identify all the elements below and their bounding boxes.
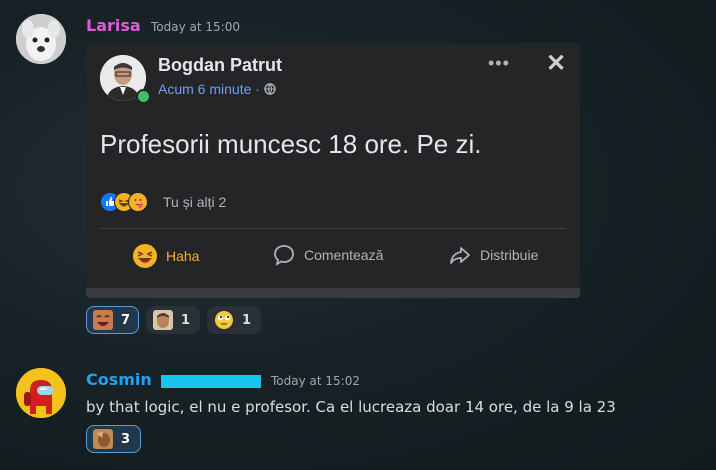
reaction-count: 3 [121,431,131,447]
more-options-icon[interactable]: ••• [488,53,510,74]
laughing-face-emoji-icon [93,310,113,330]
post-time-text[interactable]: Acum 6 minute · [158,81,264,97]
post-text: Profesorii muncesc 18 ore. Pe zi. [100,129,482,159]
close-icon[interactable]: ✕ [546,49,566,78]
dog-avatar-icon [16,14,66,64]
globe-icon [264,83,276,95]
share-icon [450,247,470,264]
comment-icon [274,245,294,266]
facebook-post-embed: Bogdan Patrut Acum 6 minute · ••• ✕ Prof… [86,43,580,298]
reaction-pill[interactable]: 1 [146,306,200,334]
reaction-pill[interactable]: 3 [86,425,141,453]
divider [100,228,566,229]
timestamp: Today at 15:00 [151,20,240,34]
rolling-eyes-emoji-icon [214,310,234,330]
comment-label: Comentează [304,247,384,263]
reactions-summary[interactable]: Tu și alți 2 [163,194,226,210]
avatar[interactable] [16,14,66,64]
care-reaction-icon [128,192,148,212]
reaction-count: 1 [181,312,191,328]
post-time[interactable]: Acum 6 minute · [158,81,276,97]
among-us-avatar-icon [16,368,66,418]
share-label: Distribuie [480,247,539,263]
share-button[interactable]: Distribuie [448,243,538,267]
embed-footer [86,288,580,298]
reaction-count: 7 [121,312,131,328]
reaction-pill[interactable]: 1 [207,306,261,334]
username[interactable]: Cosmin [86,370,152,389]
message-text: by that logic, el nu e profesor. Ca el l… [86,398,616,416]
redaction-bar [161,375,261,388]
username[interactable]: Larisa [86,16,141,35]
comment-button[interactable]: Comentează [272,243,383,267]
avatar[interactable] [16,368,66,418]
reaction-pill[interactable]: 7 [86,306,139,334]
reaction-count: 1 [242,312,252,328]
timestamp: Today at 15:02 [271,374,360,388]
custom-face-emoji-icon [93,429,113,449]
haha-button[interactable]: Haha [132,243,199,269]
haha-label: Haha [166,248,200,264]
custom-face-emoji-icon [153,310,173,330]
haha-emoji-icon [133,244,157,268]
online-status-dot [136,89,151,104]
post-author-name[interactable]: Bogdan Patrut [158,55,282,76]
